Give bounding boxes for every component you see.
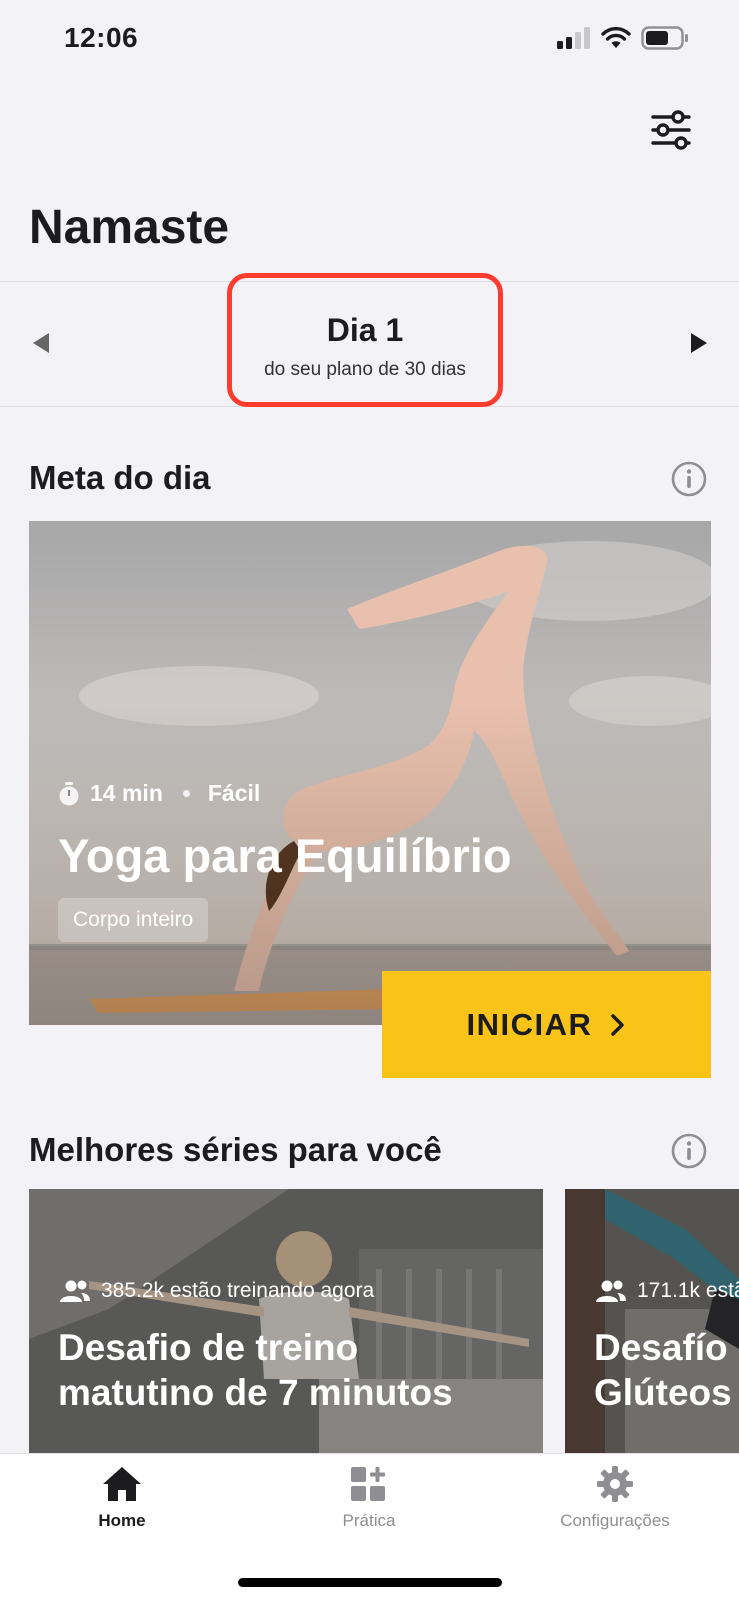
home-icon	[103, 1467, 141, 1501]
info-icon	[671, 461, 707, 497]
daily-goal-info-button[interactable]	[671, 461, 707, 502]
workout-tag: Corpo inteiro	[58, 898, 209, 942]
tab-settings-label: Configurações	[560, 1511, 670, 1530]
sliders-icon	[651, 110, 691, 150]
workout-title: Yoga para Equilíbrio	[58, 829, 512, 882]
chevron-right-icon	[611, 1013, 625, 1036]
workout-meta: 14 min Fácil	[58, 780, 260, 807]
home-indicator	[238, 1578, 502, 1587]
tab-home-label: Home	[98, 1511, 146, 1530]
series-card-title: Desafio de treino matutino de 7 minutos	[58, 1325, 453, 1415]
dot-separator	[182, 790, 190, 797]
battery-icon	[641, 26, 688, 50]
day-subtitle: do seu plano de 30 dias	[264, 359, 466, 380]
status-time: 12:06	[64, 22, 139, 53]
series-card[interactable]: 171.1k estã Desafío Glúteos	[565, 1189, 739, 1453]
users-icon	[596, 1280, 626, 1302]
tab-home[interactable]: Home	[22, 1465, 222, 1531]
series-info-button[interactable]	[671, 1133, 707, 1174]
previous-day-button[interactable]	[26, 325, 56, 361]
active-users: 385.2k estão treinando agora	[59, 1279, 374, 1303]
status-icons	[557, 26, 689, 50]
daily-goal-section-title: Meta do dia	[29, 459, 211, 496]
next-day-button[interactable]	[684, 325, 714, 361]
tab-settings[interactable]: Configurações	[515, 1465, 715, 1531]
series-card-title-line: Glúteos	[594, 1372, 732, 1413]
day-indicator: Dia 1 do seu plano de 30 dias	[227, 273, 503, 407]
tab-practice[interactable]: Prática	[269, 1465, 469, 1531]
gear-icon	[597, 1466, 633, 1502]
workout-duration: 14 min	[90, 780, 163, 806]
active-users-count: 171.1k estã	[637, 1279, 739, 1302]
users-icon	[60, 1280, 90, 1302]
stopwatch-icon	[59, 781, 79, 805]
series-card-title-line: matutino de 7 minutos	[58, 1372, 453, 1413]
grid-plus-icon	[351, 1467, 385, 1501]
start-button[interactable]: INICIAR	[382, 971, 711, 1078]
filter-settings-button[interactable]	[649, 108, 693, 152]
cellular-signal-icon	[557, 27, 590, 49]
hero-overlay	[29, 521, 711, 1025]
tab-practice-label: Prática	[342, 1511, 396, 1530]
series-card-title: Desafío Glúteos	[594, 1325, 732, 1415]
active-users-count: 385.2k estão treinando agora	[101, 1279, 375, 1302]
wifi-icon	[601, 27, 631, 48]
triangle-left-icon	[33, 333, 49, 353]
series-card[interactable]: 385.2k estão treinando agora Desafio de …	[29, 1189, 543, 1453]
series-card-title-line: Desafío	[594, 1327, 728, 1368]
daily-workout-card[interactable]	[29, 521, 711, 1025]
triangle-right-icon	[691, 333, 707, 353]
page-title: Namaste	[29, 201, 230, 254]
day-title: Dia 1	[326, 312, 404, 348]
info-icon	[671, 1133, 707, 1169]
series-card-title-line: Desafio de treino	[58, 1327, 359, 1368]
active-users: 171.1k estã	[595, 1279, 739, 1303]
start-button-label: INICIAR	[466, 1006, 593, 1042]
series-section-title: Melhores séries para você	[29, 1131, 442, 1168]
workout-difficulty: Fácil	[207, 780, 261, 806]
